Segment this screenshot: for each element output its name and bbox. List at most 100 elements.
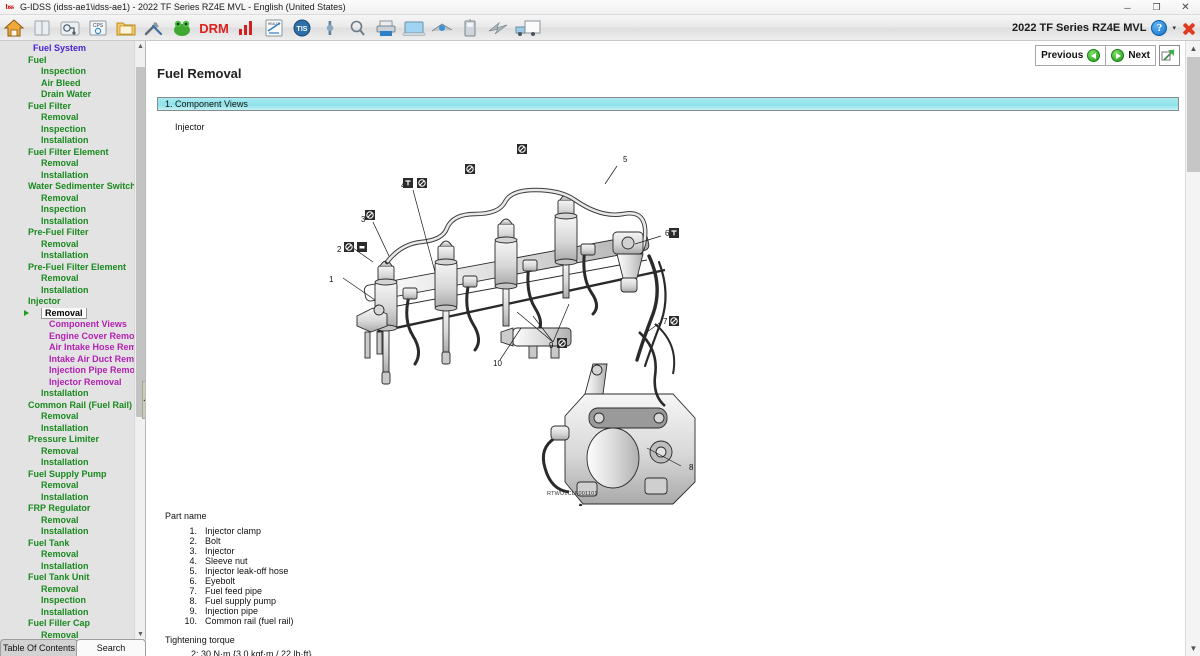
- minimize-icon[interactable]: ─: [1113, 0, 1142, 15]
- sidebar-item-installation[interactable]: Installation: [0, 250, 135, 262]
- sidebar-item-air-bleed[interactable]: Air Bleed: [0, 78, 135, 90]
- sidebar-item-removal[interactable]: Removal: [0, 584, 135, 596]
- device-icon[interactable]: [457, 16, 483, 40]
- sidebar-item-fuel-tank[interactable]: Fuel Tank: [0, 538, 135, 550]
- sidebar-scrollbar[interactable]: ▲ ▼: [134, 41, 145, 640]
- sidebar-item-removal[interactable]: Removal: [0, 273, 135, 285]
- sidebar-item-installation[interactable]: Installation: [0, 285, 135, 297]
- sidebar-item-drain-water[interactable]: Drain Water: [0, 89, 135, 101]
- sidebar-item-inspection[interactable]: Inspection: [0, 124, 135, 136]
- sidebar-item-inspection[interactable]: Inspection: [0, 66, 135, 78]
- sidebar-item-injector-removal[interactable]: Injector Removal: [0, 377, 135, 389]
- sidebar-item-fuel-filter-element[interactable]: Fuel Filter Element: [0, 147, 135, 159]
- sidebar-item-installation[interactable]: Installation: [0, 526, 135, 538]
- frog-icon[interactable]: [169, 16, 195, 40]
- sidebar-item-removal[interactable]: Removal: [0, 239, 135, 251]
- close-icon[interactable]: ✕: [1171, 0, 1200, 15]
- sidebar-item-injector[interactable]: Injector: [0, 296, 135, 308]
- sidebar-item-removal[interactable]: Removal: [0, 158, 135, 170]
- sidebar-item-pressure-limiter[interactable]: Pressure Limiter: [0, 434, 135, 446]
- sidebar-item-removal[interactable]: Removal: [0, 411, 135, 423]
- sidebar-item-label: Pre-Fuel Filter: [28, 227, 89, 237]
- home-icon[interactable]: [1, 16, 27, 40]
- folder-icon[interactable]: [113, 16, 139, 40]
- sidebar-item-installation[interactable]: Installation: [0, 388, 135, 400]
- sidebar-item-pre-fuel-filter[interactable]: Pre-Fuel Filter: [0, 227, 135, 239]
- sidebar-item-installation[interactable]: Installation: [0, 607, 135, 619]
- network-icon[interactable]: [429, 16, 455, 40]
- sidebar-item-frp-regulator[interactable]: FRP Regulator: [0, 503, 135, 515]
- sidebar-item-injection-pipe-remov[interactable]: Injection Pipe Remov: [0, 365, 135, 377]
- sidebar-item-removal[interactable]: Removal: [0, 308, 135, 320]
- help-icon[interactable]: ?: [1151, 20, 1167, 36]
- sidebar-item-installation[interactable]: Installation: [0, 457, 135, 469]
- content-scroll-up-icon[interactable]: ▲: [1186, 41, 1200, 56]
- sidebar-item-removal[interactable]: Removal: [0, 480, 135, 492]
- health-report-icon[interactable]: HEALTH: [261, 16, 287, 40]
- component-diagram: 1 2 3 4 5 6 7 8 9 10: [317, 136, 767, 506]
- panel-splitter-handle[interactable]: ◀: [142, 381, 146, 419]
- sidebar-item-engine-cover-remov[interactable]: Engine Cover Remov: [0, 331, 135, 343]
- table-of-contents-tree[interactable]: Fuel SystemFuelInspectionAir BleedDrain …: [0, 41, 135, 640]
- sidebar-item-label: Air Intake Hose Rem: [49, 342, 135, 352]
- sidebar-item-label: Removal: [41, 515, 79, 525]
- arrow-left-icon: [1087, 49, 1100, 62]
- sidebar-item-inspection[interactable]: Inspection: [0, 204, 135, 216]
- restore-icon[interactable]: ❐: [1142, 0, 1171, 15]
- sidebar-tab-bar: Table Of Contents Search: [0, 639, 146, 656]
- tis-icon[interactable]: TIS: [289, 16, 315, 40]
- sidebar-item-label: Removal: [41, 446, 79, 456]
- part-label: Fuel feed pipe: [205, 586, 262, 596]
- tab-search[interactable]: Search: [76, 639, 146, 656]
- content-scroll-down-icon[interactable]: ▼: [1186, 641, 1200, 656]
- search-icon[interactable]: [345, 16, 371, 40]
- svg-text:1: 1: [329, 275, 334, 284]
- sidebar-item-installation[interactable]: Installation: [0, 492, 135, 504]
- sidebar-item-installation[interactable]: Installation: [0, 135, 135, 147]
- sidebar-item-inspection[interactable]: Inspection: [0, 595, 135, 607]
- sidebar-item-installation[interactable]: Installation: [0, 216, 135, 228]
- sidebar-item-intake-air-duct-remo[interactable]: Intake Air Duct Remo: [0, 354, 135, 366]
- sidebar-item-removal[interactable]: Removal: [0, 515, 135, 527]
- sidebar-item-installation[interactable]: Installation: [0, 423, 135, 435]
- sidebar-item-water-sedimenter-switch[interactable]: Water Sedimenter Switch: [0, 181, 135, 193]
- bar-chart-icon[interactable]: [233, 16, 259, 40]
- tools-icon[interactable]: [141, 16, 167, 40]
- sidebar-item-removal[interactable]: Removal: [0, 446, 135, 458]
- sidebar-item-fuel-supply-pump[interactable]: Fuel Supply Pump: [0, 469, 135, 481]
- sidebar-scroll-thumb[interactable]: [136, 67, 145, 417]
- lightning-icon[interactable]: [485, 16, 511, 40]
- sidebar-scroll-up-icon[interactable]: ▲: [135, 41, 146, 52]
- sidebar-item-air-intake-hose-rem[interactable]: Air Intake Hose Rem: [0, 342, 135, 354]
- sidebar-item-component-views[interactable]: Component Views: [0, 319, 135, 331]
- chevron-down-icon[interactable]: ▾: [1172, 24, 1176, 32]
- sidebar-item-removal[interactable]: Removal: [0, 112, 135, 124]
- connector-icon[interactable]: [317, 16, 343, 40]
- sidebar-item-removal[interactable]: Removal: [0, 193, 135, 205]
- cylinder-icon[interactable]: [29, 16, 55, 40]
- tab-table-of-contents[interactable]: Table Of Contents: [0, 639, 78, 656]
- sidebar-item-removal[interactable]: Removal: [0, 549, 135, 561]
- diagnostics-icon[interactable]: [57, 16, 83, 40]
- sidebar-item-fuel-tank-unit[interactable]: Fuel Tank Unit: [0, 572, 135, 584]
- popout-window-button[interactable]: [1159, 45, 1180, 66]
- previous-button[interactable]: Previous: [1035, 45, 1106, 66]
- sidebar-item-installation[interactable]: Installation: [0, 561, 135, 573]
- close-session-icon[interactable]: [1181, 21, 1196, 36]
- drm-icon[interactable]: DRM: [197, 16, 231, 40]
- printer-icon[interactable]: [373, 16, 399, 40]
- cps-icon[interactable]: CPS: [85, 16, 111, 40]
- sidebar-item-fuel[interactable]: Fuel: [0, 55, 135, 67]
- next-button[interactable]: Next: [1106, 45, 1156, 66]
- sidebar-item-common-rail-fuel-rail[interactable]: Common Rail (Fuel Rail): [0, 400, 135, 412]
- sidebar-item-fuel-filler-cap[interactable]: Fuel Filler Cap: [0, 618, 135, 630]
- truck-icon[interactable]: [513, 16, 543, 40]
- monitor-icon[interactable]: [401, 16, 427, 40]
- sidebar-item-fuel-system[interactable]: Fuel System: [0, 43, 135, 55]
- content-scroll-thumb[interactable]: [1187, 57, 1200, 172]
- sidebar-item-pre-fuel-filter-element[interactable]: Pre-Fuel Filter Element: [0, 262, 135, 274]
- sidebar-item-fuel-filter[interactable]: Fuel Filter: [0, 101, 135, 113]
- sidebar-item-installation[interactable]: Installation: [0, 170, 135, 182]
- content-scrollbar[interactable]: ▲ ▼: [1185, 41, 1200, 656]
- sidebar-item-label: Removal: [41, 158, 79, 168]
